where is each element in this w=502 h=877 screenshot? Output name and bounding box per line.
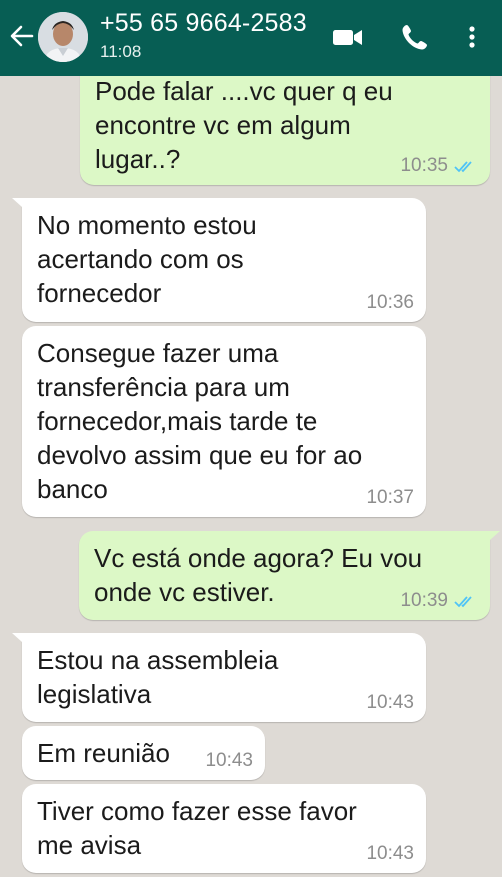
read-double-tick-icon <box>454 596 472 608</box>
contact-status: 11:08 <box>100 42 142 61</box>
bubble-tail <box>480 531 500 549</box>
message-meta: 10:43 <box>366 844 414 864</box>
message-outgoing[interactable]: Pode falar ....vc quer q eu encontre vc … <box>80 60 490 185</box>
message-incoming[interactable]: Em reunião 10:43 <box>22 726 265 780</box>
more-vert-icon[interactable] <box>462 22 482 52</box>
bubble-tail <box>12 633 32 651</box>
message-meta: 10:43 <box>205 751 253 771</box>
message-time: 10:37 <box>366 487 414 508</box>
message-time: 10:36 <box>366 292 414 313</box>
back-arrow-icon[interactable] <box>8 22 36 50</box>
message-time: 10:35 <box>400 155 448 176</box>
message-text: Consegue fazer uma transferência para um… <box>37 338 363 504</box>
message-time: 10:39 <box>400 590 448 611</box>
message-meta: 10:43 <box>366 693 414 713</box>
avatar-photo <box>38 12 88 62</box>
message-incoming[interactable]: Consegue fazer uma transferência para um… <box>22 326 426 517</box>
message-meta: 10:39 <box>400 591 478 611</box>
contact-name[interactable]: +55 65 9664-2583 <box>100 9 307 38</box>
chat-area[interactable]: Pode falar ....vc quer q eu encontre vc … <box>0 0 502 877</box>
chat-header: +55 65 9664-2583 11:08 <box>0 0 502 76</box>
message-incoming[interactable]: Estou na assembleia legislativa 10:43 <box>12 633 426 722</box>
message-incoming[interactable]: No momento estou acertando com os fornec… <box>12 198 426 322</box>
message-incoming[interactable]: Tiver como fazer esse favor me avisa 10:… <box>22 784 426 873</box>
video-call-icon[interactable] <box>331 22 365 52</box>
message-text: Tiver como fazer esse favor me avisa <box>37 796 357 860</box>
message-meta: 10:36 <box>366 293 414 313</box>
message-text: No momento estou acertando com os fornec… <box>37 210 257 308</box>
message-meta: 10:37 <box>366 488 414 508</box>
message-outgoing[interactable]: Vc está onde agora? Eu vou onde vc estiv… <box>79 531 500 620</box>
read-double-tick-icon <box>454 161 472 173</box>
message-meta: 10:35 <box>400 156 478 176</box>
message-time: 10:43 <box>366 692 414 713</box>
message-text: Estou na assembleia legislativa <box>37 645 279 709</box>
message-time: 10:43 <box>366 843 414 864</box>
message-time: 10:43 <box>205 750 253 771</box>
avatar[interactable] <box>38 12 88 62</box>
bubble-tail <box>12 198 32 216</box>
phone-icon[interactable] <box>400 22 430 52</box>
